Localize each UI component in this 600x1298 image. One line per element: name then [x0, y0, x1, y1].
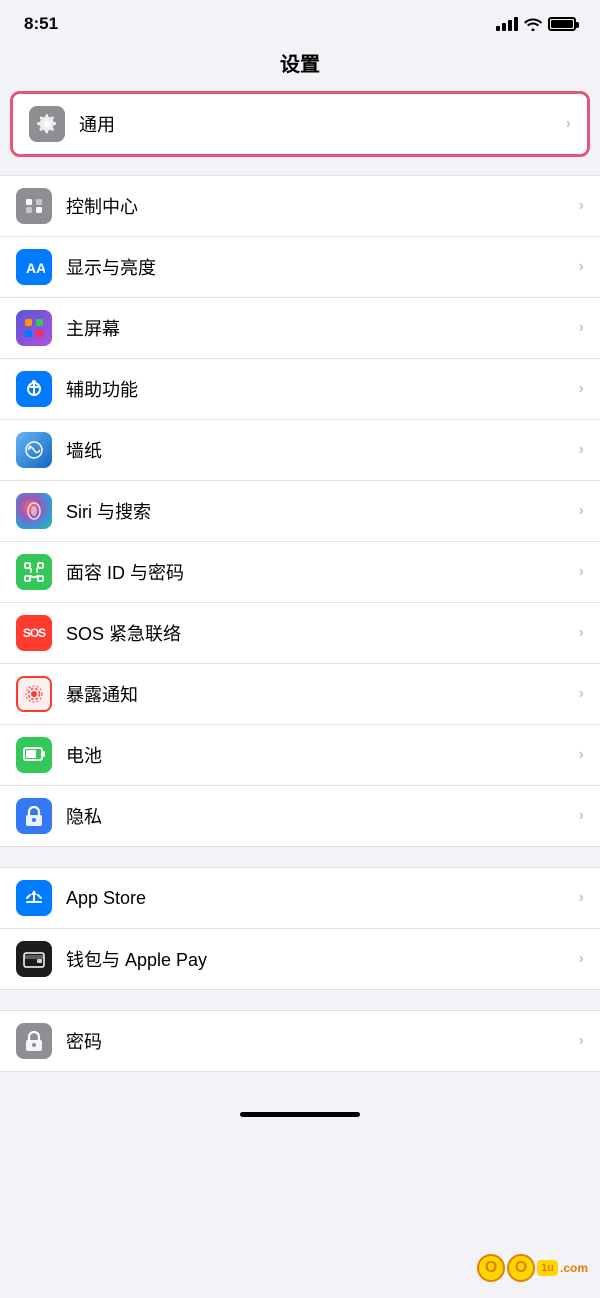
siri-chevron: ›	[579, 502, 584, 520]
appstore-label: App Store	[66, 888, 579, 909]
page-title: 设置	[0, 42, 600, 91]
main-settings-section: 控制中心 › AA 显示与亮度 › 主屏幕 ›	[0, 175, 600, 847]
exposure-icon	[16, 676, 52, 712]
status-bar: 8:51	[0, 0, 600, 42]
sos-label: SOS 紧急联络	[66, 620, 579, 646]
settings-row-privacy[interactable]: 隐私 ›	[0, 786, 600, 846]
settings-row-wallet[interactable]: 钱包与 Apple Pay ›	[0, 929, 600, 989]
wallet-icon	[16, 941, 52, 977]
accessibility-chevron: ›	[579, 380, 584, 398]
faceid-label: 面容 ID 与密码	[66, 559, 579, 585]
wallet-chevron: ›	[579, 950, 584, 968]
siri-icon	[16, 493, 52, 529]
settings-row-faceid[interactable]: 面容 ID 与密码 ›	[0, 542, 600, 603]
passwords-icon	[16, 1023, 52, 1059]
control-center-icon	[16, 188, 52, 224]
wallpaper-chevron: ›	[579, 441, 584, 459]
settings-row-wallpaper[interactable]: 墙纸 ›	[0, 420, 600, 481]
battery-icon	[548, 17, 576, 31]
battery-setting-icon	[16, 737, 52, 773]
settings-row-general[interactable]: 通用 ›	[13, 94, 587, 154]
faceid-chevron: ›	[579, 563, 584, 581]
accessibility-icon	[16, 371, 52, 407]
siri-label: Siri 与搜索	[66, 498, 579, 524]
passwords-chevron: ›	[579, 1032, 584, 1050]
general-label: 通用	[79, 111, 566, 137]
settings-row-battery[interactable]: 电池 ›	[0, 725, 600, 786]
exposure-label: 暴露通知	[66, 681, 579, 707]
wallpaper-label: 墙纸	[66, 437, 579, 463]
privacy-chevron: ›	[579, 807, 584, 825]
accessibility-label: 辅助功能	[66, 376, 579, 402]
svg-text:AA: AA	[26, 260, 45, 276]
passwords-section: 密码 ›	[0, 1010, 600, 1072]
wallpaper-icon	[16, 432, 52, 468]
appstore-section: App Store › 钱包与 Apple Pay ›	[0, 867, 600, 990]
battery-chevron: ›	[579, 746, 584, 764]
general-icon	[29, 106, 65, 142]
status-time: 8:51	[24, 14, 58, 34]
wifi-icon	[524, 17, 542, 31]
homescreen-label: 主屏幕	[66, 315, 579, 341]
settings-row-homescreen[interactable]: 主屏幕 ›	[0, 298, 600, 359]
display-label: 显示与亮度	[66, 254, 579, 280]
wallet-label: 钱包与 Apple Pay	[66, 946, 579, 972]
signal-icon	[496, 17, 518, 31]
faceid-icon	[16, 554, 52, 590]
settings-row-siri[interactable]: Siri 与搜索 ›	[0, 481, 600, 542]
general-chevron: ›	[566, 115, 571, 133]
exposure-chevron: ›	[579, 685, 584, 703]
passwords-label: 密码	[66, 1028, 579, 1054]
settings-row-exposure[interactable]: 暴露通知 ›	[0, 664, 600, 725]
display-chevron: ›	[579, 258, 584, 276]
sos-icon: SOS	[16, 615, 52, 651]
status-icons	[496, 17, 576, 31]
highlighted-section: 通用 ›	[10, 91, 590, 157]
privacy-label: 隐私	[66, 803, 579, 829]
settings-row-display[interactable]: AA 显示与亮度 ›	[0, 237, 600, 298]
control-center-chevron: ›	[579, 197, 584, 215]
home-indicator	[240, 1112, 360, 1117]
appstore-icon	[16, 880, 52, 916]
privacy-icon	[16, 798, 52, 834]
battery-label: 电池	[66, 742, 579, 768]
display-icon: AA	[16, 249, 52, 285]
home-indicator-area	[0, 1092, 600, 1127]
settings-row-control-center[interactable]: 控制中心 ›	[0, 176, 600, 237]
control-center-label: 控制中心	[66, 193, 579, 219]
watermark: O O 1u .com	[477, 1254, 588, 1282]
homescreen-icon	[16, 310, 52, 346]
sos-chevron: ›	[579, 624, 584, 642]
settings-row-accessibility[interactable]: 辅助功能 ›	[0, 359, 600, 420]
settings-row-appstore[interactable]: App Store ›	[0, 868, 600, 929]
appstore-chevron: ›	[579, 889, 584, 907]
settings-row-sos[interactable]: SOS SOS 紧急联络 ›	[0, 603, 600, 664]
settings-row-passwords[interactable]: 密码 ›	[0, 1011, 600, 1071]
homescreen-chevron: ›	[579, 319, 584, 337]
